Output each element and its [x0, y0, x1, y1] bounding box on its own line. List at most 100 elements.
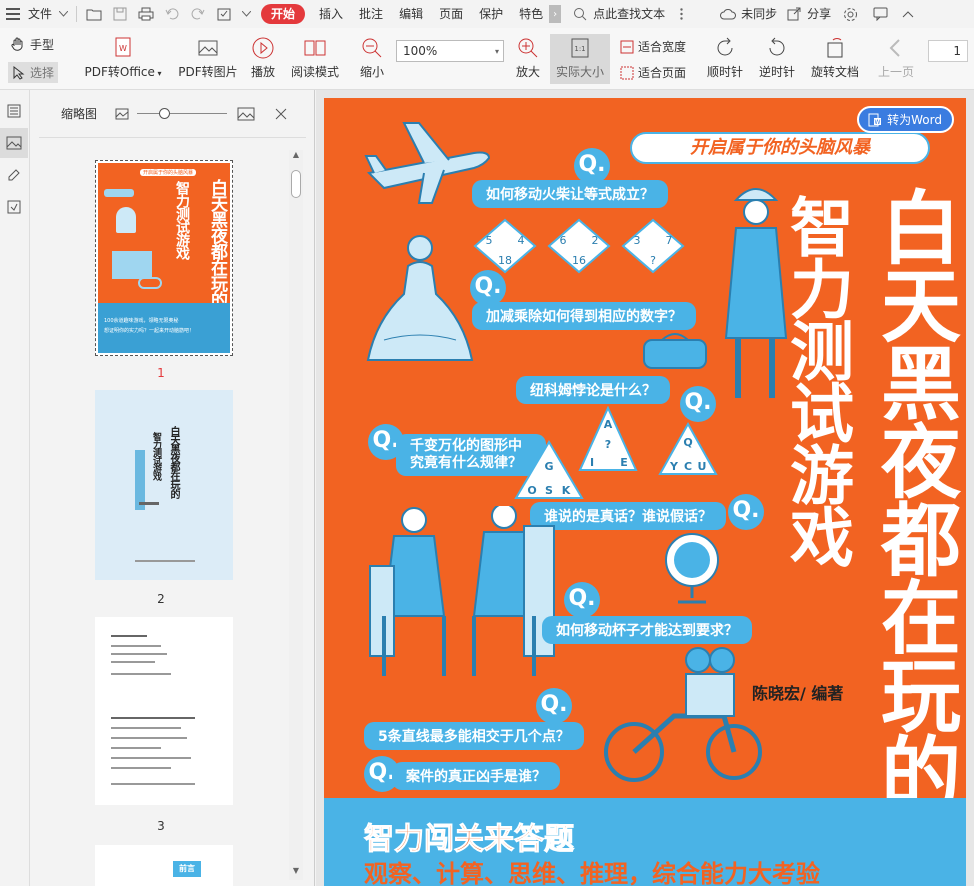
question-8: 案件的真正凶手是谁？: [392, 762, 560, 790]
annotation-panel-button[interactable]: [0, 160, 28, 190]
page-number-value: 1: [953, 44, 961, 58]
actual-size-label: 实际大小: [555, 65, 604, 79]
export-icon[interactable]: [215, 5, 233, 23]
settings-icon[interactable]: [841, 5, 859, 23]
scroll-thumb[interactable]: [291, 170, 301, 198]
thumbnail-page-4[interactable]: 前言: [95, 845, 233, 886]
word-file-icon: W: [868, 113, 882, 126]
tab-protect[interactable]: 保护: [471, 0, 511, 28]
book-icon: [304, 40, 326, 56]
two-men-illustration: [369, 506, 555, 676]
tab-annotate[interactable]: 批注: [351, 0, 391, 28]
convert-to-word-button[interactable]: W 转为Word: [857, 106, 954, 133]
search-text[interactable]: 点此查找文本: [593, 0, 673, 28]
fit-page-button[interactable]: 适合页面: [620, 64, 686, 81]
slider-thumb[interactable]: [159, 107, 171, 119]
tab-page[interactable]: 页面: [431, 0, 471, 28]
pdf-to-image-label: PDF转图片: [178, 65, 238, 79]
rotate-document-icon: [827, 38, 843, 58]
print-icon[interactable]: [137, 5, 155, 23]
zoom-out-button[interactable]: 缩小: [358, 36, 386, 80]
close-icon[interactable]: [275, 108, 287, 120]
cover-page: 开启属于你的头脑风暴 Q. 如何移动火柴让等式成立？ 5 4 18 6 2 16…: [324, 98, 966, 886]
pdf-to-office-button[interactable]: W PDF转Office ▾: [84, 36, 162, 80]
more-dots-icon[interactable]: [677, 5, 685, 23]
thumb3-text-line: [111, 757, 191, 759]
save-icon[interactable]: [111, 5, 129, 23]
annotation-icon: [8, 169, 20, 181]
read-mode-button[interactable]: 阅读模式: [290, 36, 340, 80]
bottom-headline: 智力闯关来答题: [364, 822, 575, 858]
svg-text:I: I: [590, 456, 594, 469]
diamond-num: 3: [634, 234, 641, 247]
tab-special[interactable]: 特色: [511, 0, 545, 28]
rotate-cw-button[interactable]: 顺时针: [706, 36, 744, 80]
tab-home[interactable]: 开始: [261, 4, 306, 24]
redo-icon[interactable]: [189, 5, 207, 23]
thumb1-bottom-band: 100余道趣味游戏，领略无限奥秘 想证明你的实力吗？一起来开动脑筋吧！: [98, 303, 230, 353]
motorcycle-illustration: [604, 647, 762, 782]
tab-edit[interactable]: 编辑: [391, 0, 431, 28]
svg-text:A: A: [604, 418, 613, 431]
thumbnail-page-2[interactable]: 白天黑夜都在玩的 智力测试游戏: [95, 390, 233, 580]
cloud-sync-icon[interactable]: [719, 5, 737, 23]
feedback-icon[interactable]: [871, 5, 889, 23]
thumb3-text-line: [111, 645, 161, 647]
thumb2-author-line: [139, 502, 159, 505]
play-label: 播放: [250, 65, 275, 79]
q-icon: Q.: [536, 688, 572, 724]
thumbnail-panel-button[interactable]: [0, 128, 28, 158]
question-1: 如何移动火柴让等式成立？: [472, 180, 668, 208]
menu-file[interactable]: 文件: [26, 0, 54, 28]
diamond-num: 5: [486, 234, 493, 247]
sync-status[interactable]: 未同步: [741, 0, 781, 28]
zoom-select[interactable]: 100% ▾: [396, 40, 504, 62]
rotate-ccw-button[interactable]: 逆时针: [758, 36, 796, 80]
rotate-doc-button[interactable]: 旋转文档: [808, 36, 862, 80]
thumb3-text-line: [111, 783, 195, 785]
attachment-panel-button[interactable]: [0, 192, 28, 222]
svg-text:?: ?: [605, 438, 611, 451]
play-button[interactable]: 播放: [248, 36, 278, 80]
diamond-num: 16: [572, 254, 586, 267]
hand-tool-button[interactable]: 手型: [10, 36, 54, 53]
fit-page-label: 适合页面: [638, 66, 687, 80]
diamond-num: 7: [666, 234, 673, 247]
more-tabs-icon[interactable]: ›: [549, 5, 562, 23]
scroll-up-arrow[interactable]: ▲: [289, 150, 303, 164]
read-mode-label: 阅读模式: [290, 65, 339, 79]
chevron-down-icon[interactable]: [58, 5, 68, 23]
hamburger-menu-icon[interactable]: [4, 5, 22, 23]
svg-text:S: S: [545, 484, 553, 497]
svg-text:1:1: 1:1: [574, 45, 585, 53]
convert-to-word-label: 转为Word: [887, 113, 942, 127]
page-number-input[interactable]: 1: [928, 40, 968, 62]
thumbnail-panel-title: 缩略图: [61, 107, 98, 121]
thumbnail-page-1[interactable]: 开启属于你的头脑风暴 白天黑夜都在玩的 智力测试游戏 100余道趣味游戏，领略无…: [95, 160, 233, 356]
zoom-in-button[interactable]: 放大: [514, 36, 542, 80]
thumbnail-size-slider[interactable]: [137, 107, 228, 121]
thumbnail-scrollbar[interactable]: ▲ ▼: [289, 150, 303, 880]
prev-page-button[interactable]: 上一页: [876, 36, 916, 80]
undo-icon[interactable]: [163, 5, 181, 23]
share-icon[interactable]: [785, 5, 803, 23]
chevron-down-icon[interactable]: [241, 5, 251, 23]
fit-width-button[interactable]: 适合宽度: [620, 38, 686, 55]
thumb1-subtitle: 智力测试游戏: [174, 181, 190, 259]
outline-panel-button[interactable]: [0, 96, 28, 126]
search-icon[interactable]: [571, 5, 589, 23]
actual-size-button[interactable]: 1:1 实际大小: [550, 34, 610, 84]
scroll-down-arrow[interactable]: ▼: [289, 866, 303, 880]
thumbnail-page-3[interactable]: [95, 617, 233, 805]
cover-subtitle: 智力测试游戏: [779, 194, 853, 566]
chevron-up-icon[interactable]: [899, 5, 917, 23]
document-view[interactable]: 开启属于你的头脑风暴 Q. 如何移动火柴让等式成立？ 5 4 18 6 2 16…: [316, 90, 974, 886]
math-diamonds-illustration: 5 4 18 6 2 16 3 7 ?: [473, 218, 685, 274]
open-folder-icon[interactable]: [85, 5, 103, 23]
pdf-to-image-button[interactable]: PDF转图片: [178, 36, 238, 80]
separator: [76, 6, 78, 22]
rotate-doc-label: 旋转文档: [810, 65, 859, 79]
tab-insert[interactable]: 插入: [311, 0, 351, 28]
select-tool-button[interactable]: 选择: [8, 62, 59, 83]
share-button[interactable]: 分享: [807, 0, 837, 28]
